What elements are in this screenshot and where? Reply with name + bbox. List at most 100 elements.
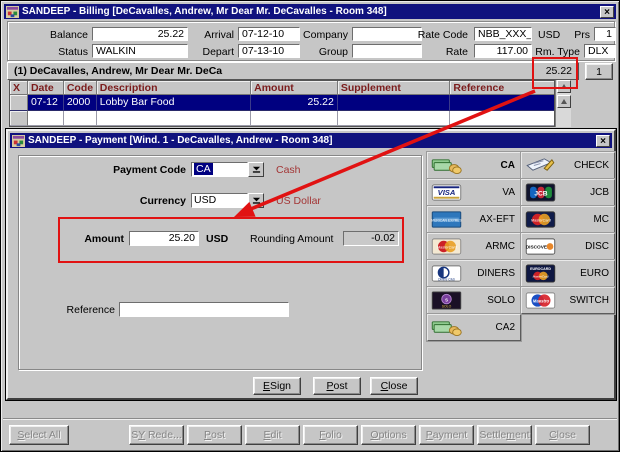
toolbar-edit-button[interactable]: Edit	[245, 425, 300, 445]
payment-code-combo[interactable]: CA	[191, 162, 248, 177]
toolbar-options-button[interactable]: Options	[361, 425, 416, 445]
depart-field[interactable]: 07-13-10	[238, 44, 300, 58]
balance-field[interactable]: 25.22	[92, 27, 188, 41]
check-icon	[525, 156, 556, 175]
row-selector-cell[interactable]	[10, 111, 28, 126]
payment-type-check-button[interactable]: CHECK	[521, 152, 615, 179]
rm-type-field[interactable]: DLX	[584, 44, 616, 58]
scroll-up-icon[interactable]	[557, 80, 571, 93]
cell-code: 2000	[64, 95, 97, 111]
charges-table: X Date Code Description Amount Supplemen…	[9, 80, 555, 127]
company-label: Company	[300, 28, 348, 42]
cash-icon	[431, 318, 462, 337]
balance-label: Balance	[34, 28, 88, 42]
currency-value: USD	[194, 194, 216, 206]
svg-text:MasterCard: MasterCard	[437, 245, 458, 249]
col-code: Code	[64, 81, 97, 95]
reservation-header-panel: Balance 25.22 Arrival 07-12-10 Company R…	[7, 21, 615, 61]
group-label: Group	[300, 45, 348, 59]
svg-text:MasterCard: MasterCard	[533, 274, 549, 278]
app-icon	[6, 6, 19, 18]
payment-type-diners-button[interactable]: Diners Club DINERS	[427, 260, 521, 287]
payment-titlebar[interactable]: SANDEEP - Payment [Wind. 1 - DeCavalles,…	[10, 133, 612, 148]
prs-label: Prs	[562, 28, 590, 42]
rate-code-field[interactable]: NBB_XXX_I	[474, 27, 532, 41]
payment-type-ca2-button[interactable]: CA2	[427, 314, 521, 341]
toolbar-sy-rede-button[interactable]: SY Rede...	[129, 425, 184, 445]
rounding-amount-label: Rounding Amount	[250, 232, 340, 246]
toolbar-settlement-button[interactable]: Settlement	[477, 425, 532, 445]
status-field[interactable]: WALKIN	[92, 44, 188, 58]
guest-tab-title: (1) DeCavalles, Andrew, Mr Dear Mr. DeCa	[14, 65, 222, 77]
payment-type-solo-button[interactable]: SSOLO SOLO	[427, 287, 521, 314]
row-selector-cell[interactable]	[10, 95, 28, 111]
billing-close-icon[interactable]: ×	[600, 6, 614, 18]
billing-title: SANDEEP - Billing [DeCavalles, Andrew, M…	[22, 6, 597, 17]
mastercard-dark-icon: MasterCard	[525, 210, 556, 229]
payment-type-armc-button[interactable]: MasterCard ARMC	[427, 233, 521, 260]
toolbar-folio-button[interactable]: Folio	[303, 425, 358, 445]
scroll-up-icon[interactable]	[557, 95, 571, 108]
currency-dropdown-icon[interactable]	[248, 193, 264, 208]
close-button[interactable]: Close	[370, 377, 418, 395]
jcb-icon: JCB	[525, 183, 556, 202]
svg-text:JCB: JCB	[534, 190, 547, 197]
reference-label: Reference	[63, 303, 115, 317]
payment-dialog: SANDEEP - Payment [Wind. 1 - DeCavalles,…	[6, 129, 616, 400]
svg-text:MasterCard: MasterCard	[531, 218, 552, 222]
arrival-field[interactable]: 07-12-10	[238, 27, 300, 41]
payment-code-label: Payment Code	[63, 163, 186, 177]
table-row[interactable]: 07-12 2000 Lobby Bar Food 25.22	[10, 95, 554, 111]
mastercard-light-icon: MasterCard	[431, 237, 462, 256]
payment-type-mc-button[interactable]: MasterCard MC	[521, 206, 615, 233]
payment-form-panel	[18, 155, 422, 370]
rm-type-label: Rm. Type	[534, 45, 580, 59]
amount-currency-text: USD	[206, 232, 236, 246]
payment-type-switch-button[interactable]: Maestro SWITCH	[521, 287, 615, 314]
window-1-button[interactable]: 1	[585, 63, 613, 80]
payment-code-dropdown-icon[interactable]	[248, 162, 264, 177]
col-x: X	[10, 81, 28, 95]
toolbar-payment-button[interactable]: Payment	[419, 425, 474, 445]
payment-code-description: Cash	[276, 163, 396, 177]
maestro-icon: Maestro	[525, 291, 556, 310]
guest-tab[interactable]: (1) DeCavalles, Andrew, Mr Dear Mr. DeCa…	[7, 62, 579, 80]
rate-label: Rate	[408, 45, 468, 59]
post-button[interactable]: Post	[313, 377, 361, 395]
toolbar-post-button[interactable]: Post	[187, 425, 242, 445]
currency-label: Currency	[63, 194, 186, 208]
prs-field[interactable]: 1	[594, 27, 616, 41]
payment-type-euro-button[interactable]: EUROCARDMasterCard EURO	[521, 260, 615, 287]
payment-type-ca-button[interactable]: CA	[427, 152, 521, 179]
currency-code-text: USD	[538, 28, 564, 42]
currency-combo[interactable]: USD	[191, 193, 248, 208]
rounding-amount-field: -0.02	[343, 231, 399, 246]
cell-description: Lobby Bar Food	[97, 95, 251, 111]
table-row-empty[interactable]	[10, 111, 554, 126]
payment-type-va-button[interactable]: VISA VA	[427, 179, 521, 206]
payment-type-jcb-button[interactable]: JCB JCB	[521, 179, 615, 206]
currency-description: US Dollar	[276, 194, 396, 208]
depart-label: Depart	[192, 45, 234, 59]
cell-supplement	[338, 95, 451, 111]
esign-button[interactable]: ESign	[253, 377, 301, 395]
reference-input[interactable]	[119, 302, 289, 317]
toolbar-select-all-button[interactable]: Select All	[9, 425, 69, 445]
toolbar-close-button[interactable]: Close	[535, 425, 590, 445]
payment-type-disc-button[interactable]: DISCOVER DISC	[521, 233, 615, 260]
app-icon	[12, 135, 25, 147]
charges-table-header: X Date Code Description Amount Supplemen…	[10, 81, 554, 95]
payment-type-ax-eft-button[interactable]: AMERICAN EXPRESS AX-EFT	[427, 206, 521, 233]
rate-code-label: Rate Code	[408, 28, 468, 42]
cell-amount: 25.22	[251, 95, 338, 111]
col-supplement: Supplement	[338, 81, 451, 95]
amount-input[interactable]: 25.20	[129, 231, 199, 246]
payment-close-icon[interactable]: ×	[596, 135, 610, 147]
solo-icon: SSOLO	[431, 291, 462, 310]
table-scrollbar[interactable]	[555, 80, 571, 127]
svg-text:EUROCARD: EUROCARD	[530, 267, 551, 271]
application-window: SANDEEP - Billing [DeCavalles, Andrew, M…	[0, 0, 620, 452]
rate-field[interactable]: 117.00	[474, 44, 532, 58]
billing-titlebar[interactable]: SANDEEP - Billing [DeCavalles, Andrew, M…	[4, 4, 616, 19]
eurocard-icon: EUROCARD MasterCard	[525, 264, 556, 283]
